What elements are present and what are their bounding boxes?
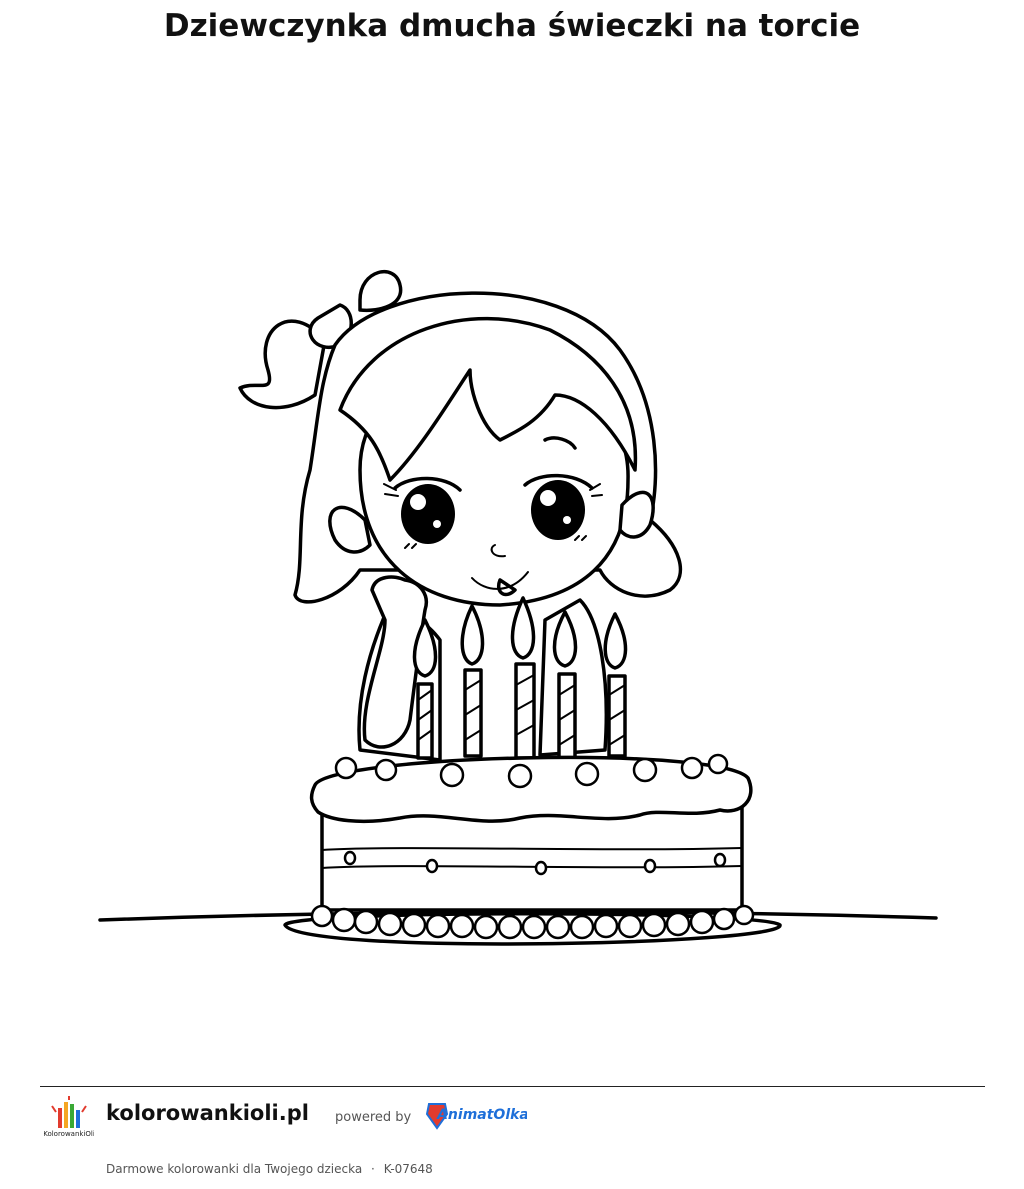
partner-logo-text: AnimatOlka: [436, 1107, 527, 1123]
candle: [603, 612, 628, 758]
site-name[interactable]: kolorowankioli.pl: [106, 1101, 309, 1125]
animatolka-logo[interactable]: AnimatOlka: [425, 1098, 527, 1134]
kolorowankioli-logo[interactable]: KolorowankiOli: [44, 1094, 94, 1142]
eye-right: [531, 480, 585, 540]
separator: ·: [371, 1162, 375, 1176]
candle: [460, 604, 485, 758]
footer-line: Darmowe kolorowanki dla Twojego dziecka …: [106, 1162, 438, 1176]
footer-divider: [40, 1086, 985, 1087]
candle: [510, 596, 536, 760]
candle: [412, 618, 438, 760]
page-code: K-07648: [383, 1162, 433, 1176]
candle: [552, 610, 578, 760]
coloring-illustration: [98, 269, 938, 946]
eye-left: [401, 484, 455, 544]
logo-text: KolorowankiOli: [44, 1130, 94, 1138]
tagline: Darmowe kolorowanki dla Twojego dziecka: [106, 1162, 363, 1176]
page-title: Dziewczynka dmucha świeczki na torcie: [163, 8, 861, 44]
powered-by-label: powered by: [335, 1110, 412, 1125]
